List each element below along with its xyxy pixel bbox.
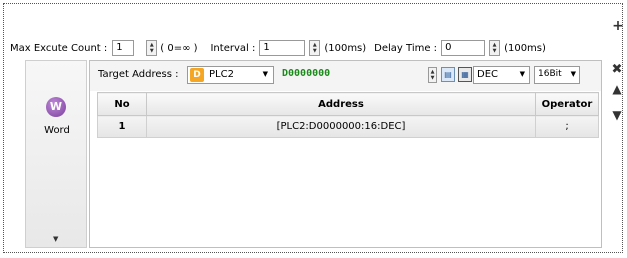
address-spinner[interactable]: ▲ ▼: [428, 67, 437, 83]
plc-select-value: PLC2: [209, 69, 234, 80]
move-up-icon[interactable]: ▲: [607, 82, 627, 96]
address-browse-icon[interactable]: ▤: [441, 67, 455, 82]
move-down-icon[interactable]: ▼: [607, 108, 627, 122]
delay-time-label: Delay Time :: [374, 42, 438, 54]
max-execute-count-label: Max Excute Count :: [10, 42, 108, 54]
max-execute-hint: ( 0=∞ ): [160, 42, 198, 54]
interval-unit: (100ms): [324, 42, 367, 54]
format-select-value: DEC: [477, 69, 499, 80]
max-execute-count-input[interactable]: 1: [112, 40, 135, 56]
max-execute-spinner[interactable]: ▲ ▼: [146, 40, 158, 56]
row-operator[interactable]: ;: [535, 115, 599, 138]
target-address-row: Target Address : D PLC2 ▼ D0000000 ▲ ▼ ▤ …: [90, 61, 601, 91]
bit-size-value: 16Bit: [538, 69, 562, 79]
column-header-operator[interactable]: Operator: [535, 92, 599, 116]
command-type-sidebar[interactable]: W Word ▼: [25, 60, 87, 248]
table-row[interactable]: 1 [PLC2:D0000000:16:DEC] ;: [97, 115, 599, 138]
row-address[interactable]: [PLC2:D0000000:16:DEC]: [146, 115, 536, 138]
format-select[interactable]: DEC ▼: [473, 66, 530, 84]
add-icon[interactable]: +: [608, 18, 627, 34]
chevron-down-icon: ▼: [262, 70, 268, 78]
word-command-panel: Target Address : D PLC2 ▼ D0000000 ▲ ▼ ▤ …: [89, 60, 602, 248]
execution-settings-row: Max Excute Count : 1 ▲ ▼ ( 0=∞ ) Interval…: [10, 36, 546, 60]
delay-time-spinner[interactable]: ▲ ▼: [489, 40, 501, 56]
interval-label: Interval :: [210, 42, 256, 54]
chevron-down-icon[interactable]: ▼: [53, 235, 58, 243]
column-header-address[interactable]: Address: [146, 92, 536, 116]
address-input[interactable]: D0000000: [282, 68, 330, 79]
word-label: Word: [44, 125, 70, 136]
delete-icon[interactable]: ✖: [607, 62, 627, 77]
row-no: 1: [97, 115, 147, 138]
word-icon: W: [46, 97, 66, 117]
calculator-icon[interactable]: ▦: [458, 67, 472, 82]
interval-input[interactable]: 1: [259, 40, 306, 56]
interval-spinner[interactable]: ▲ ▼: [309, 40, 321, 56]
bit-size-select[interactable]: 16Bit ▼: [534, 66, 580, 84]
column-header-no[interactable]: No: [97, 92, 147, 116]
address-table: No Address Operator 1 [PLC2:D0000000:16:…: [97, 92, 599, 138]
table-header: No Address Operator: [97, 92, 599, 116]
target-address-label: Target Address :: [98, 69, 179, 80]
plc-device-icon: D: [190, 68, 204, 82]
chevron-down-icon: ▼: [570, 70, 576, 78]
chevron-down-icon: ▼: [519, 70, 525, 78]
delay-time-input[interactable]: 0: [441, 40, 486, 56]
delay-time-unit: (100ms): [504, 42, 546, 54]
plc-select[interactable]: D PLC2 ▼: [187, 66, 274, 84]
